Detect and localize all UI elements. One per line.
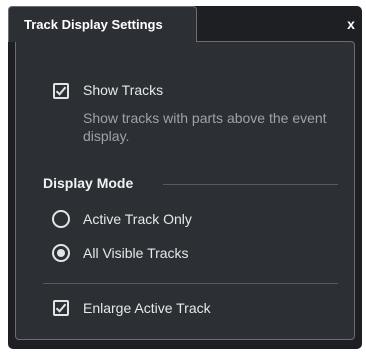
active-track-only-label: Active Track Only	[83, 211, 192, 227]
section-divider	[163, 184, 338, 185]
radio-active-track-only[interactable]	[52, 210, 70, 228]
radio-all-visible-tracks[interactable]	[52, 244, 70, 262]
close-button[interactable]: x	[344, 16, 358, 32]
checkmark-icon	[55, 86, 67, 96]
show-tracks-checkbox[interactable]	[53, 83, 69, 99]
enlarge-active-track-label: Enlarge Active Track	[83, 300, 211, 316]
tab-track-display-settings[interactable]: Track Display Settings	[8, 6, 197, 42]
radio-selected-dot	[57, 249, 65, 257]
display-mode-title: Display Mode	[43, 175, 134, 191]
enlarge-active-track-checkbox[interactable]	[53, 300, 69, 316]
show-tracks-description: Show tracks with parts above the event d…	[83, 110, 327, 144]
all-visible-tracks-label: All Visible Tracks	[83, 245, 189, 261]
checkmark-icon	[55, 303, 67, 313]
show-tracks-label: Show Tracks	[83, 82, 164, 98]
tab-title: Track Display Settings	[24, 17, 163, 32]
divider	[43, 283, 338, 284]
settings-content: Show Tracks Show tracks with parts above…	[15, 41, 355, 340]
